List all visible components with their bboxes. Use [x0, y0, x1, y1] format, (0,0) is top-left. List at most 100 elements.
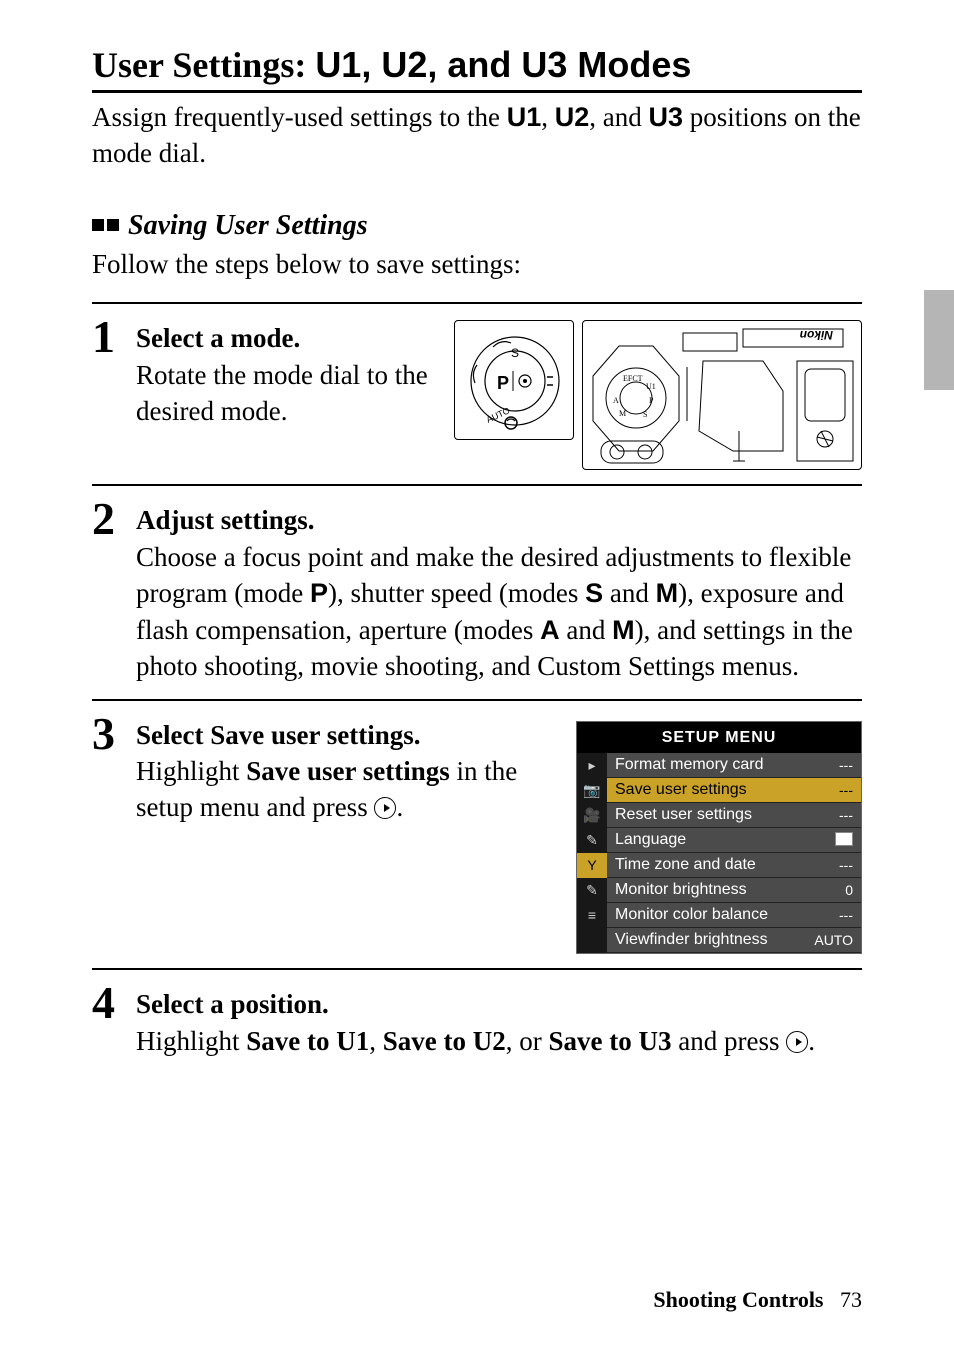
u3: U3: [648, 102, 683, 132]
r6l: Monitor color balance: [615, 904, 768, 926]
sub-text: Follow the steps below to save settings:: [92, 246, 862, 282]
intro-a: Assign frequently-used settings to the: [92, 102, 507, 132]
c1: ,: [541, 102, 555, 132]
title-modes: U1, U2, and U3 Modes: [315, 44, 691, 85]
footer-page: 73: [840, 1287, 862, 1312]
s4a: Highlight: [136, 1026, 246, 1056]
r3l: Language: [615, 829, 686, 851]
menu-row-save-user-settings: Save user settings ---: [607, 778, 861, 803]
setup-tab-icon: Y: [577, 853, 607, 878]
r0v: ---: [839, 756, 853, 775]
step-4: 4 Select a position. Highlight Save to U…: [92, 968, 862, 1059]
step-num-3: 3: [92, 711, 136, 955]
menu-row-viewfinder-brightness: Viewfinder brightness AUTO: [607, 928, 861, 953]
language-flag-icon: [835, 832, 853, 846]
svg-text:S: S: [511, 346, 519, 360]
step4-head: Select a position.: [136, 986, 862, 1022]
step-num-4: 4: [92, 980, 136, 1059]
r0l: Format memory card: [615, 754, 763, 776]
s4c: Save to U2: [383, 1026, 506, 1056]
pencil-tab-icon: ✎: [577, 828, 607, 853]
s4e: and press: [672, 1026, 787, 1056]
retouch-tab-icon: ✎: [577, 878, 607, 903]
page-footer: Shooting Controls 73: [653, 1287, 862, 1313]
u1: U1: [507, 102, 542, 132]
step4-body: Highlight Save to U1, Save to U2, or Sav…: [136, 1023, 862, 1059]
playback-tab-icon: ▸: [577, 753, 607, 778]
step3-head: Select Save user settings.: [136, 717, 550, 753]
s4b: Save to U1: [246, 1026, 369, 1056]
r3v: [835, 831, 853, 850]
svg-text:U1: U1: [646, 382, 656, 391]
r4l: Time zone and date: [615, 854, 756, 876]
s4or: , or: [506, 1026, 549, 1056]
svg-text:M: M: [619, 409, 626, 418]
step-3: 3 Select Save user settings. Highlight S…: [92, 699, 862, 955]
svg-text:EFCT: EFCT: [623, 374, 643, 383]
square-bullets-icon: [92, 219, 120, 233]
r2l: Reset user settings: [615, 804, 752, 826]
s4d: Save to U3: [549, 1026, 672, 1056]
step-1: 1 Select a mode. Rotate the mode dial to…: [92, 302, 862, 470]
mand2: and: [560, 615, 612, 645]
s3d: .: [396, 792, 403, 822]
step2-head: Adjust settings.: [136, 502, 862, 538]
svg-text:A: A: [613, 396, 619, 405]
r2v: ---: [839, 806, 853, 825]
movie-tab-icon: 🎥: [577, 803, 607, 828]
svg-text:P: P: [497, 373, 509, 393]
r7l: Viewfinder brightness: [615, 929, 768, 951]
step-2: 2 Adjust settings. Choose a focus point …: [92, 484, 862, 684]
thumb-tab: [924, 290, 954, 390]
sub-header: Saving User Settings: [92, 210, 862, 242]
r7v: AUTO: [814, 931, 853, 950]
menu-row-language: Language: [607, 828, 861, 853]
camera-top-illustration: EFCT U1 P S M A Nikon: [582, 320, 862, 470]
menu-row-format: Format memory card ---: [607, 753, 861, 778]
s4f: .: [808, 1026, 815, 1056]
mP: P: [310, 578, 328, 608]
mM2: M: [612, 615, 635, 645]
r1l: Save user settings: [615, 779, 747, 801]
setup-menu-screenshot: SETUP MENU ▸ 📷 🎥 ✎ Y ✎ ≡ Format memo: [576, 721, 862, 955]
s3hc: .: [414, 720, 421, 750]
menu-row-monitor-brightness: Monitor brightness0: [607, 878, 861, 903]
menu-rows: Format memory card --- Save user settings…: [607, 753, 861, 953]
s4c1: ,: [369, 1026, 383, 1056]
menu-row-reset: Reset user settings ---: [607, 803, 861, 828]
step1-body: Rotate the mode dial to the desired mode…: [136, 357, 442, 430]
footer-section: Shooting Controls: [653, 1287, 823, 1312]
svg-text:S: S: [643, 410, 647, 419]
s2b: ), shutter speed (modes: [328, 578, 585, 608]
mode-dial-illustration: P S AUTO: [454, 320, 574, 440]
svg-text:P: P: [649, 396, 654, 405]
s3a: Highlight: [136, 756, 246, 786]
and: , and: [589, 102, 648, 132]
multi-selector-right-icon-2: [786, 1031, 808, 1053]
s3ha: Select: [136, 720, 210, 750]
multi-selector-right-icon: [374, 797, 396, 819]
mS: S: [585, 578, 603, 608]
menu-side-icons: ▸ 📷 🎥 ✎ Y ✎ ≡: [577, 753, 607, 953]
page-title: User Settings: U1, U2, and U3 Modes: [92, 44, 862, 93]
step1-figures: P S AUTO: [454, 320, 862, 470]
r6v: ---: [839, 906, 853, 925]
menu-row-timezone: Time zone and date ---: [607, 853, 861, 878]
s3hb: Save user settings: [210, 720, 414, 750]
r1v: ---: [839, 781, 853, 800]
menu-title: SETUP MENU: [577, 722, 861, 754]
title-prefix: User Settings:: [92, 45, 315, 85]
sub-header-text: Saving User Settings: [128, 210, 368, 242]
menu-row-monitor-color: Monitor color balance ---: [607, 903, 861, 928]
intro-text: Assign frequently-used settings to the U…: [92, 99, 862, 172]
mM1: M: [656, 578, 679, 608]
mymenu-tab-icon: ≡: [577, 903, 607, 928]
mA: A: [540, 615, 560, 645]
u2: U2: [555, 102, 590, 132]
mand1: and: [603, 578, 655, 608]
r4v: ---: [839, 856, 853, 875]
step-num-2: 2: [92, 496, 136, 684]
svg-text:Nikon: Nikon: [800, 328, 833, 342]
r5l: Monitor brightness: [615, 879, 747, 901]
photo-tab-icon: 📷: [577, 778, 607, 803]
